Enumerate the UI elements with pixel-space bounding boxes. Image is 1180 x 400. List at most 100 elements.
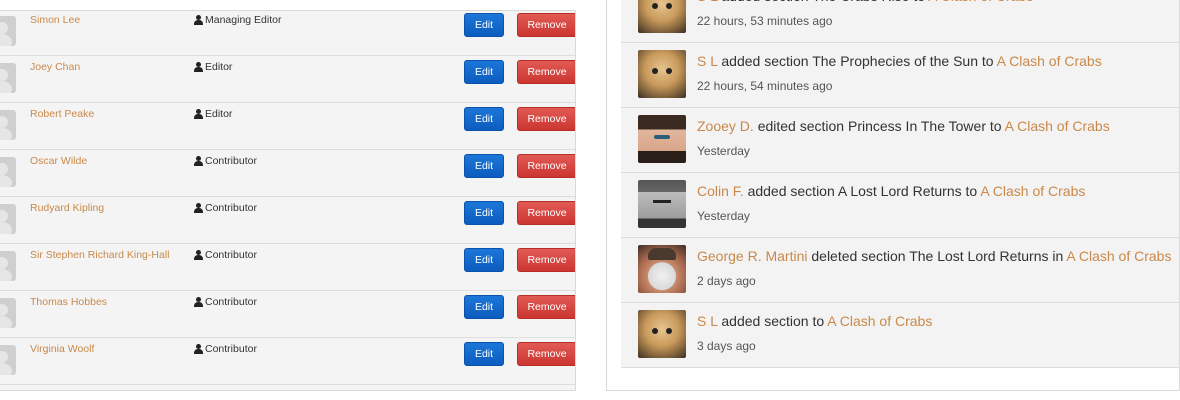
actor-link[interactable]: S L: [697, 53, 718, 69]
activity-timestamp: 22 hours, 53 minutes ago: [697, 14, 833, 28]
edit-button[interactable]: Edit: [464, 107, 504, 131]
member-role-label: Contributor: [205, 202, 257, 214]
activity-text: George R. Martini deleted section The Lo…: [697, 248, 1171, 264]
member-role: Contributor: [194, 202, 257, 214]
book-link[interactable]: A Clash of Crabs: [827, 313, 932, 329]
book-link[interactable]: A Clash of Crabs: [980, 183, 1085, 199]
activity-item: Zooey D. edited section Princess In The …: [621, 108, 1179, 173]
edit-button[interactable]: Edit: [464, 342, 504, 366]
member-role: Contributor: [194, 155, 257, 167]
activity-feed-panel: S L added section The Crabs Rise to A Cl…: [606, 0, 1180, 391]
member-role-label: Editor: [205, 61, 233, 73]
remove-button[interactable]: Remove: [517, 342, 575, 366]
member-name[interactable]: Virginia Woolf: [30, 343, 94, 355]
user-icon: [194, 344, 203, 354]
actor-link[interactable]: Zooey D.: [697, 118, 754, 134]
book-link[interactable]: A Clash of Crabs: [928, 0, 1033, 4]
activity-action: deleted section The Lost Lord Returns in: [811, 248, 1064, 264]
member-role-label: Contributor: [205, 155, 257, 167]
remove-button[interactable]: Remove: [517, 248, 575, 272]
member-row: Sir Stephen Richard King-Hall Contributor…: [0, 243, 575, 291]
member-role-label: Contributor: [205, 296, 257, 308]
member-role-label: Contributor: [205, 343, 257, 355]
avatar[interactable]: [638, 310, 686, 358]
avatar: [0, 157, 16, 187]
book-link[interactable]: A Clash of Crabs: [1066, 248, 1171, 264]
member-name[interactable]: Robert Peake: [30, 108, 94, 120]
avatar: [0, 110, 16, 140]
remove-button[interactable]: Remove: [517, 295, 575, 319]
avatar[interactable]: [638, 115, 686, 163]
actor-link[interactable]: Colin F.: [697, 183, 744, 199]
member-role: Contributor: [194, 343, 257, 355]
user-icon: [194, 203, 203, 213]
edit-button[interactable]: Edit: [464, 154, 504, 178]
member-role: Editor: [194, 61, 232, 73]
member-name[interactable]: Oscar Wilde: [30, 155, 87, 167]
member-row: Joey Chan Editor Edit Remove: [0, 55, 575, 103]
member-row: Robert Peake Editor Edit Remove: [0, 102, 575, 150]
actor-link[interactable]: S L: [697, 0, 718, 4]
activity-text: S L added section The Prophecies of the …: [697, 53, 1102, 69]
member-role-label: Managing Editor: [205, 14, 282, 26]
activity-timestamp: 22 hours, 54 minutes ago: [697, 79, 833, 93]
member-name[interactable]: Simon Lee: [30, 14, 80, 26]
member-name[interactable]: Sir Stephen Richard King-Hall: [30, 249, 169, 261]
member-row: Simon Lee Managing Editor Edit Remove: [0, 11, 575, 56]
book-link[interactable]: A Clash of Crabs: [997, 53, 1102, 69]
activity-timestamp: Yesterday: [697, 209, 750, 223]
member-role: Contributor: [194, 296, 257, 308]
member-name[interactable]: Joey Chan: [30, 61, 80, 73]
activity-text: Colin F. added section A Lost Lord Retur…: [697, 183, 1085, 199]
team-members-panel: Simon Lee Managing Editor Edit Remove Joey C…: [0, 10, 576, 391]
activity-item: S L added section The Crabs Rise to A Cl…: [621, 0, 1179, 43]
activity-item: S L added section to A Clash of Crabs 3 d…: [621, 303, 1179, 368]
remove-button[interactable]: Remove: [517, 107, 575, 131]
edit-button[interactable]: Edit: [464, 201, 504, 225]
edit-button[interactable]: Edit: [464, 13, 504, 37]
member-name[interactable]: Thomas Hobbes: [30, 296, 107, 308]
avatar: [0, 63, 16, 93]
member-role-label: Editor: [205, 108, 233, 120]
book-link[interactable]: A Clash of Crabs: [1005, 118, 1110, 134]
member-role-label: Contributor: [205, 249, 257, 261]
remove-button[interactable]: Remove: [517, 201, 575, 225]
user-icon: [194, 15, 203, 25]
activity-action: added section The Crabs Rise to: [721, 0, 925, 4]
member-row: Thomas Hobbes Contributor Edit Remove: [0, 290, 575, 338]
avatar: [0, 345, 16, 375]
activity-action: added section A Lost Lord Returns to: [747, 183, 978, 199]
member-row: Rudyard Kipling Contributor Edit Remove: [0, 196, 575, 244]
activity-timestamp: 3 days ago: [697, 339, 756, 353]
actor-link[interactable]: George R. Martini: [697, 248, 807, 264]
activity-text: S L added section to A Clash of Crabs: [697, 313, 932, 329]
activity-item: Colin F. added section A Lost Lord Retur…: [621, 173, 1179, 238]
activity-action: added section to: [721, 313, 825, 329]
avatar[interactable]: [638, 245, 686, 293]
member-role: Contributor: [194, 249, 257, 261]
actor-link[interactable]: S L: [697, 313, 718, 329]
avatar: [0, 16, 16, 46]
edit-button[interactable]: Edit: [464, 295, 504, 319]
avatar[interactable]: [638, 180, 686, 228]
member-name[interactable]: Rudyard Kipling: [30, 202, 104, 214]
user-icon: [194, 109, 203, 119]
activity-text: Zooey D. edited section Princess In The …: [697, 118, 1110, 134]
member-role: Editor: [194, 108, 232, 120]
avatar: [0, 251, 16, 281]
user-icon: [194, 250, 203, 260]
remove-button[interactable]: Remove: [517, 13, 575, 37]
avatar[interactable]: [638, 50, 686, 98]
member-row: Oscar Wilde Contributor Edit Remove: [0, 149, 575, 197]
activity-item: George R. Martini deleted section The Lo…: [621, 238, 1179, 303]
edit-button[interactable]: Edit: [464, 248, 504, 272]
member-row: Virginia Woolf Contributor Edit Remove: [0, 337, 575, 385]
activity-timestamp: Yesterday: [697, 144, 750, 158]
activity-action: edited section Princess In The Tower to: [757, 118, 1002, 134]
remove-button[interactable]: Remove: [517, 154, 575, 178]
avatar[interactable]: [638, 0, 686, 33]
remove-button[interactable]: Remove: [517, 60, 575, 84]
activity-text: S L added section The Crabs Rise to A Cl…: [697, 0, 1033, 4]
member-role: Managing Editor: [194, 14, 281, 26]
edit-button[interactable]: Edit: [464, 60, 504, 84]
